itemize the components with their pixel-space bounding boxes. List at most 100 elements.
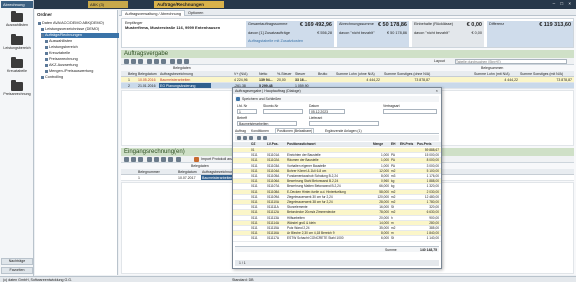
tab-auftragsverwaltung[interactable]: Auftragsverwaltung / Abrechnung [121,10,185,16]
close-icon[interactable]: × [436,88,438,93]
rail-button-leistungsbereich[interactable]: Leistungsbereich [2,34,32,58]
tree-item-label: Kreuztabelle [49,51,71,55]
settings-icon[interactable] [176,157,181,162]
column-header[interactable]: Auftragsbezeichnung [159,71,211,76]
cell: m3 [391,174,396,178]
save-icon[interactable] [236,96,240,101]
import-icon[interactable] [194,157,199,162]
new-icon[interactable] [124,59,129,64]
column-header[interactable]: Menge [373,142,389,146]
new-icon[interactable] [124,157,129,162]
filter-icon[interactable] [161,157,166,162]
status-mid: Standard: DB [232,278,254,282]
cell: 0111 [251,168,258,173]
column-header[interactable]: %-Steuer [276,71,294,76]
column-header[interactable]: EH [391,142,399,146]
cell: 139 94... [259,78,273,82]
tab-anlagen[interactable]: Ergänzende Anlagen (1) [325,129,362,133]
rail-button-auswahllisten[interactable]: Auswahllisten [2,11,32,35]
column-header[interactable]: Belegdatum [137,71,159,76]
column-header[interactable]: EH-Preis [400,142,416,146]
layout-dropdown[interactable]: Layout [434,59,445,63]
column-header[interactable]: Summe Lohn (mit N/A) [473,71,519,76]
tree-item[interactable]: AKZ-Auswertung [45,63,123,68]
column-header[interactable]: Steuer [294,71,312,76]
cell: 10.07.2017 [178,176,196,180]
column-header[interactable]: LV-Pos. [267,142,285,146]
section-auftragsvergabe-title: Auftragsvergabe [121,50,574,58]
rail-button-preisanrechnung[interactable]: Preisanrechnung [2,80,32,104]
column-header[interactable]: V+ (N/A) [233,71,253,76]
edit-icon[interactable] [243,135,247,140]
column-header[interactable]: Belegnummer [137,169,163,174]
cell: 1 780,00 [426,200,439,204]
search-icon[interactable] [263,135,267,140]
tree-item[interactable]: Controlling [41,75,119,80]
tree-item-label: Controlling [45,75,64,79]
lfd-input[interactable]: 1 [237,109,257,114]
cell: Betondecke 20cm/a Zimmerdecke [287,210,336,215]
title-tab-auftraege[interactable]: Aufträge/Rechnungen [154,1,224,8]
rail-header[interactable]: Abrechnung [1,1,33,8]
tree-item[interactable]: Kreuztabelle [45,51,123,56]
tree-item[interactable]: Daten AVA/ACC/DEMO ABK(DEMO) [38,21,116,26]
datum-input[interactable]: 05.12.2023 [309,109,345,114]
tree-item-selected[interactable]: Aufträge/Rechnungen [41,33,119,38]
tab-positionen[interactable]: Positionen (Belastbare) [275,128,315,133]
table-search-input[interactable] [455,59,567,64]
column-header[interactable]: OZ [251,142,267,146]
pager-label[interactable]: 1 / 1 [239,261,246,265]
table-row[interactable]: 0111 011117A ESTW Schacht CONCRETE Stahl 1… [233,236,441,242]
lieferant-input[interactable] [309,121,379,126]
tab-auftrag[interactable]: Auftrag [235,129,246,133]
skonto-input[interactable] [263,109,303,114]
cell: 6 630,00 [426,210,439,215]
save-close-button[interactable]: Speichern und Schließen [242,97,281,101]
title-tab-abk[interactable]: ABK (3) [88,1,128,8]
export-icon[interactable] [154,157,159,162]
cell: St [391,236,395,241]
search-icon[interactable] [177,59,182,64]
column-header[interactable]: Summe Sonstiges (ohne N/A) [383,71,431,76]
column-header[interactable]: Summe Lohn (ohne N/A) [335,71,381,76]
box-label: Differenz [489,22,505,26]
column-header[interactable]: Beleg [127,71,137,76]
column-header[interactable]: Brutto [317,71,335,76]
rail-button-kreuztabelle[interactable]: Kreuztabelle [2,57,32,81]
column-header[interactable]: Pos.Preis [417,142,439,146]
rail-nachtraege-button[interactable]: Nachträge [1,258,33,265]
box-link[interactable]: Auftragstabelle mit Zusatzkosten [248,39,303,43]
column-header[interactable]: Netto [258,71,276,76]
betreff-input[interactable]: Baumeisterarbeiten [237,121,297,126]
edit-icon[interactable] [131,59,136,64]
tree-item[interactable]: Leistungsverzeichnisse (DEMO) [41,27,119,32]
filter-icon[interactable] [170,59,175,64]
column-header[interactable]: Summe Sonstiges (mit N/A) [519,71,573,76]
vertragsart-select[interactable] [383,109,437,114]
export-icon[interactable] [161,59,166,64]
rail-favoriten-button[interactable]: Favoriten [1,267,33,274]
delete-icon[interactable] [249,135,253,140]
tab-optionen[interactable]: Optionen [185,10,206,16]
copy-icon[interactable] [147,59,152,64]
print-icon[interactable] [147,157,152,162]
tree-item[interactable]: Preisanrechnung [45,57,123,62]
column-header[interactable]: Belegdatum [177,169,199,174]
delete-icon[interactable] [138,157,143,162]
tree-item[interactable]: Mengen-/Preisauswertung [45,69,123,74]
column-header[interactable]: Positionsstichwort [287,142,367,146]
tree-item-label: Leistungsverzeichnisse (DEMO) [45,27,100,31]
new-icon[interactable] [237,135,241,140]
print-icon[interactable] [257,135,261,140]
tree-item[interactable]: Leistungsbereich [45,45,123,50]
tree-item[interactable]: Auswahllisten [45,39,123,44]
cell: 21.01.2016 [138,84,156,88]
print-icon[interactable] [154,59,159,64]
window-controls[interactable]: – □ × [553,1,573,6]
settings-icon[interactable] [184,59,189,64]
delete-icon[interactable] [138,59,143,64]
tab-konditionen[interactable]: Konditionen [251,129,269,133]
cell: 0111 [251,220,258,225]
search-icon[interactable] [168,157,173,162]
edit-icon[interactable] [131,157,136,162]
